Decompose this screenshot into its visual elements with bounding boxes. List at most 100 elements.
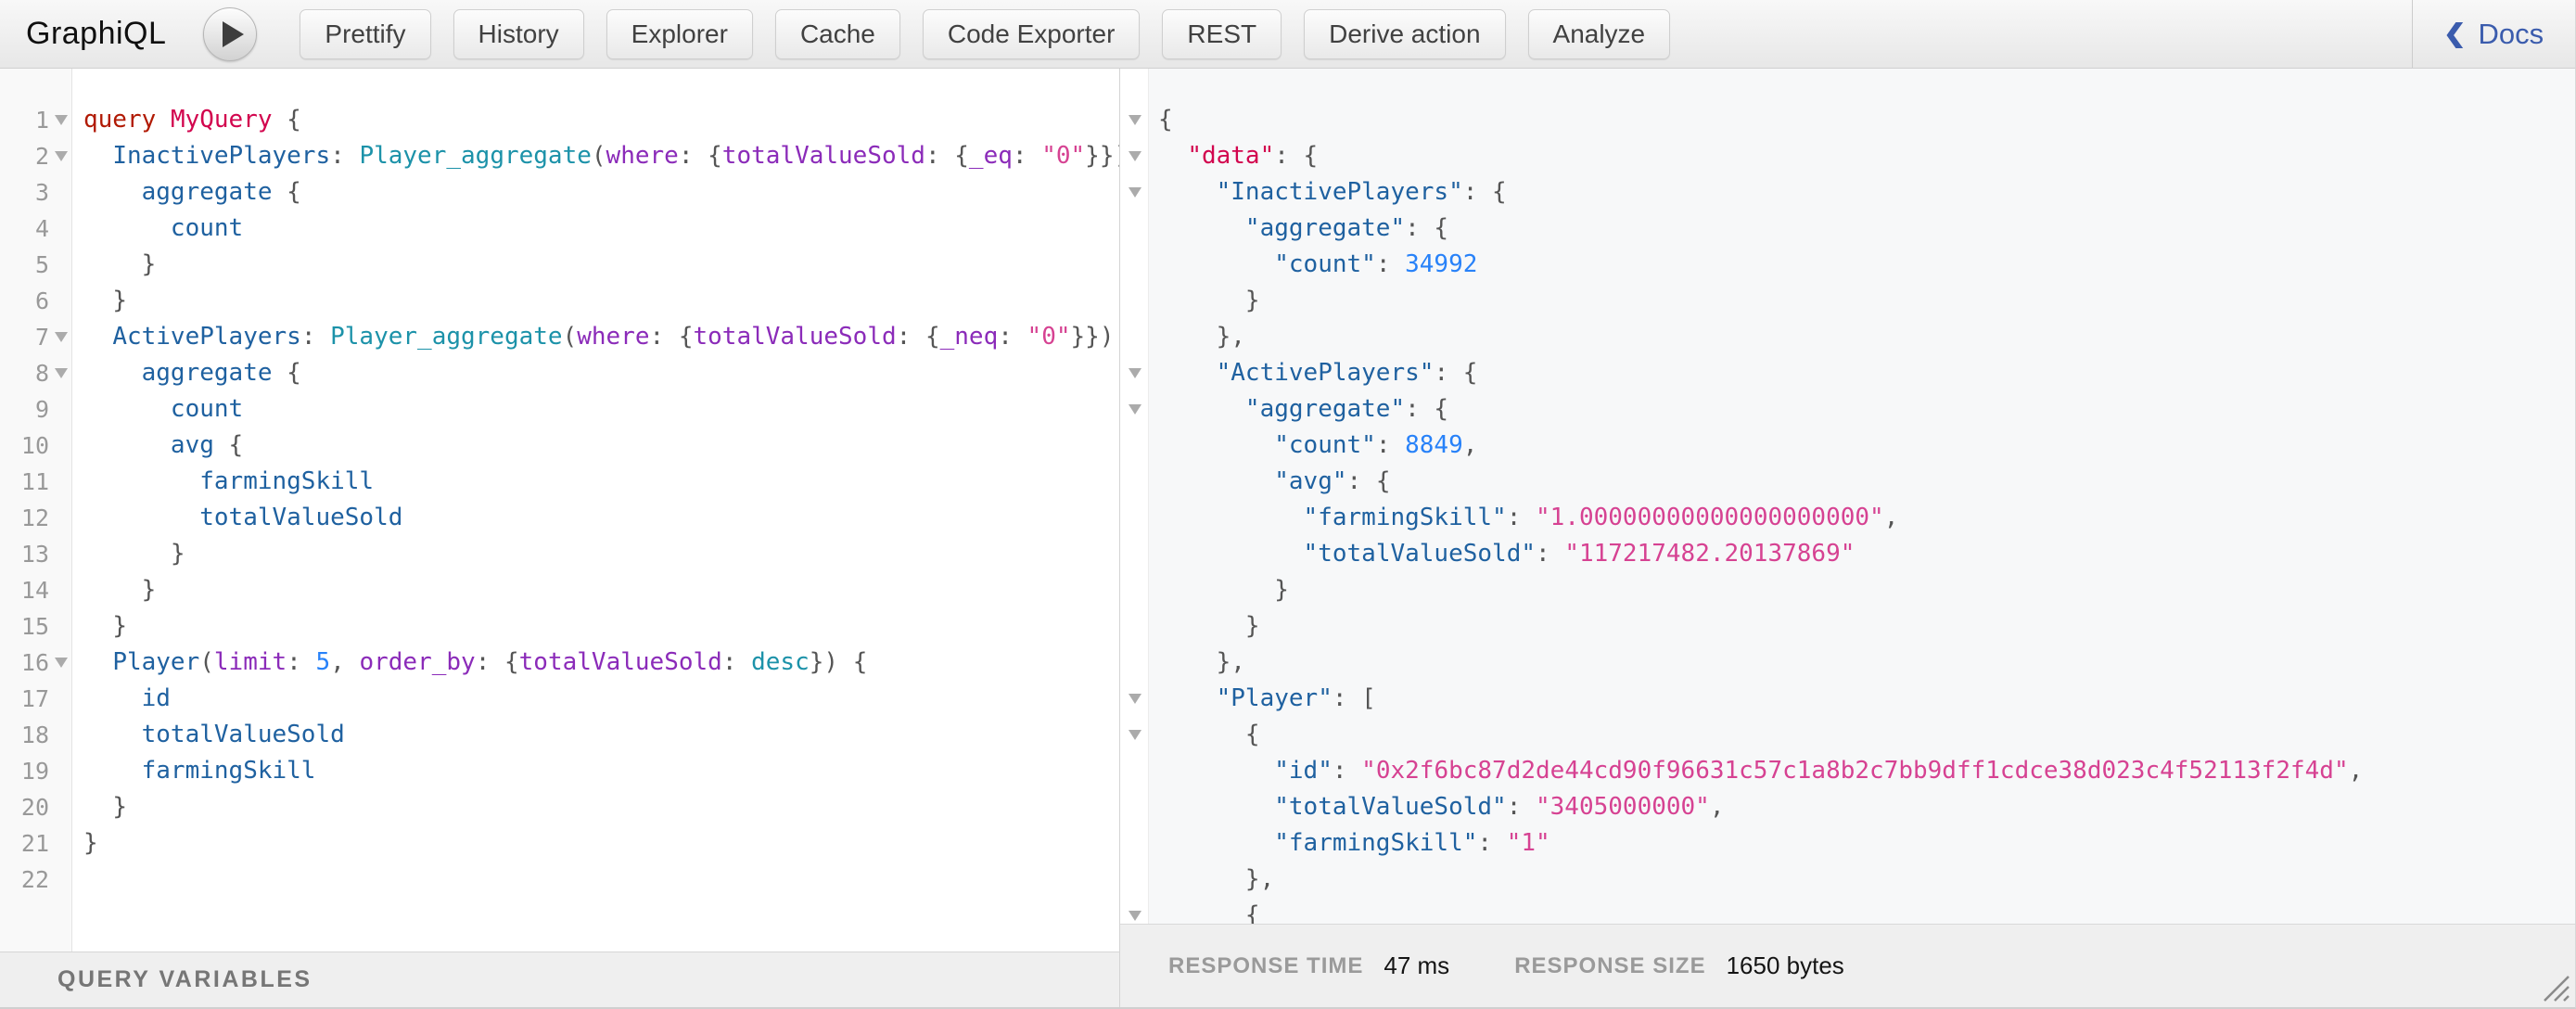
response-line: "Player": [	[1120, 681, 2575, 717]
line-number: 10	[21, 428, 49, 464]
editor-line: 11 farmingSkill	[0, 464, 1119, 500]
editor-line: 12 totalValueSold	[0, 500, 1119, 536]
line-number: 14	[21, 572, 49, 608]
line-number-cell: 17	[0, 681, 73, 717]
fold-arrow-icon[interactable]	[1120, 404, 1150, 415]
line-number: 18	[21, 717, 49, 753]
code-text: "farmingSkill": "1.00000000000000000000"…	[1150, 500, 1898, 536]
code-text: },	[1150, 645, 1245, 681]
fold-arrow-icon[interactable]	[49, 151, 73, 161]
toolbar-button-derive-action[interactable]: Derive action	[1304, 9, 1505, 59]
toolbar: GraphiQL PrettifyHistoryExplorerCacheCod…	[0, 0, 2575, 69]
code-text: InactivePlayers: Player_aggregate(where:…	[73, 138, 1119, 174]
line-number-cell: 13	[0, 536, 73, 572]
code-text: Player(limit: 5, order_by: {totalValueSo…	[73, 645, 867, 681]
code-text: }	[73, 247, 156, 283]
editor-line: 15 }	[0, 608, 1119, 645]
code-text: "count": 34992	[1150, 247, 1477, 283]
line-number-cell: 20	[0, 789, 73, 825]
line-number: 1	[35, 102, 49, 138]
line-number: 5	[35, 247, 49, 283]
response-line: }	[1120, 283, 2575, 319]
docs-label: Docs	[2478, 18, 2544, 51]
response-line: "data": {	[1120, 138, 2575, 174]
fold-arrow-icon[interactable]	[49, 115, 73, 125]
line-number: 3	[35, 174, 49, 211]
code-text: "totalValueSold": "3405000000",	[1150, 789, 1725, 825]
code-text: query MyQuery {	[73, 102, 301, 138]
fold-arrow-icon[interactable]	[1120, 115, 1150, 125]
fold-arrow-icon[interactable]	[1120, 694, 1150, 704]
code-text: "count": 8849,	[1150, 428, 1477, 464]
response-viewer: { "data": { "InactivePlayers": { "aggreg…	[1120, 69, 2575, 934]
editor-line: 17 id	[0, 681, 1119, 717]
toolbar-button-code-exporter[interactable]: Code Exporter	[923, 9, 1141, 59]
editor-line: 5 }	[0, 247, 1119, 283]
editor-line: 8 aggregate {	[0, 355, 1119, 391]
response-line: "avg": {	[1120, 464, 2575, 500]
toolbar-button-analyze[interactable]: Analyze	[1528, 9, 1671, 59]
code-text: "data": {	[1150, 138, 1318, 174]
toolbar-button-group: Prettify History Explorer Cache Code Exporte…	[300, 9, 1670, 59]
line-number: 6	[35, 283, 49, 319]
code-text: "Player": [	[1150, 681, 1376, 717]
execute-query-button[interactable]	[203, 7, 257, 61]
response-line: "farmingSkill": "1"	[1120, 825, 2575, 862]
response-line: "aggregate": {	[1120, 211, 2575, 247]
fold-arrow-icon[interactable]	[1120, 911, 1150, 921]
response-line: "farmingSkill": "1.00000000000000000000"…	[1120, 500, 2575, 536]
graphiql-app: GraphiQL PrettifyHistoryExplorerCacheCod…	[0, 0, 2576, 1009]
line-number-cell: 10	[0, 428, 73, 464]
resize-grip[interactable]	[2541, 973, 2570, 1003]
response-line: "count": 8849,	[1120, 428, 2575, 464]
response-line: "InactivePlayers": {	[1120, 174, 2575, 211]
line-number: 17	[21, 681, 49, 717]
editor-line: 4 count	[0, 211, 1119, 247]
toolbar-button-explorer[interactable]: Explorer	[606, 9, 753, 59]
response-line: "id": "0x2f6bc87d2de44cd90f96631c57c1a8b…	[1120, 753, 2575, 789]
line-number: 15	[21, 608, 49, 645]
fold-arrow-icon[interactable]	[1120, 730, 1150, 740]
response-time-value: 47 ms	[1384, 952, 1449, 980]
line-number: 13	[21, 536, 49, 572]
toolbar-button-prettify[interactable]: Prettify	[300, 9, 430, 59]
play-icon	[223, 21, 244, 47]
response-line: "ActivePlayers": {	[1120, 355, 2575, 391]
response-size-value: 1650 bytes	[1727, 952, 1844, 980]
code-text: "aggregate": {	[1150, 211, 1448, 247]
code-text: ActivePlayers: Player_aggregate(where: {…	[73, 319, 1114, 355]
toolbar-button-history[interactable]: History	[453, 9, 584, 59]
toolbar-button-rest[interactable]: REST	[1162, 9, 1282, 59]
toolbar-button-cache[interactable]: Cache	[775, 9, 900, 59]
code-text: "totalValueSold": "117217482.20137869"	[1150, 536, 1855, 572]
line-number-cell: 9	[0, 391, 73, 428]
query-editor[interactable]: 1query MyQuery {2 InactivePlayers: Playe…	[0, 69, 1119, 898]
line-number-cell: 18	[0, 717, 73, 753]
editor-line: 16 Player(limit: 5, order_by: {totalValu…	[0, 645, 1119, 681]
fold-arrow-icon[interactable]	[1120, 151, 1150, 161]
code-text: farmingSkill	[73, 753, 315, 789]
code-text: {	[1150, 102, 1173, 138]
code-text: id	[73, 681, 171, 717]
editor-line: 7 ActivePlayers: Player_aggregate(where:…	[0, 319, 1119, 355]
docs-button[interactable]: ❮ Docs	[2412, 0, 2575, 68]
fold-arrow-icon[interactable]	[49, 658, 73, 668]
query-variables-header[interactable]: QUERY VARIABLES	[0, 952, 1119, 1007]
code-text: }	[73, 572, 156, 608]
editor-line: 21}	[0, 825, 1119, 862]
code-text: farmingSkill	[73, 464, 374, 500]
editor-line: 20 }	[0, 789, 1119, 825]
response-line: }	[1120, 608, 2575, 645]
editor-line: 22	[0, 862, 1119, 898]
fold-arrow-icon[interactable]	[49, 332, 73, 342]
fold-arrow-icon[interactable]	[49, 368, 73, 378]
code-text: count	[73, 391, 243, 428]
line-number-cell: 21	[0, 825, 73, 862]
line-number: 11	[21, 464, 49, 500]
fold-arrow-icon[interactable]	[1120, 368, 1150, 378]
line-number-cell: 7	[0, 319, 73, 355]
fold-arrow-icon[interactable]	[1120, 187, 1150, 198]
query-variables-label: QUERY VARIABLES	[57, 966, 312, 993]
line-number: 16	[21, 645, 49, 681]
workspace: 1query MyQuery {2 InactivePlayers: Playe…	[0, 69, 2575, 1007]
